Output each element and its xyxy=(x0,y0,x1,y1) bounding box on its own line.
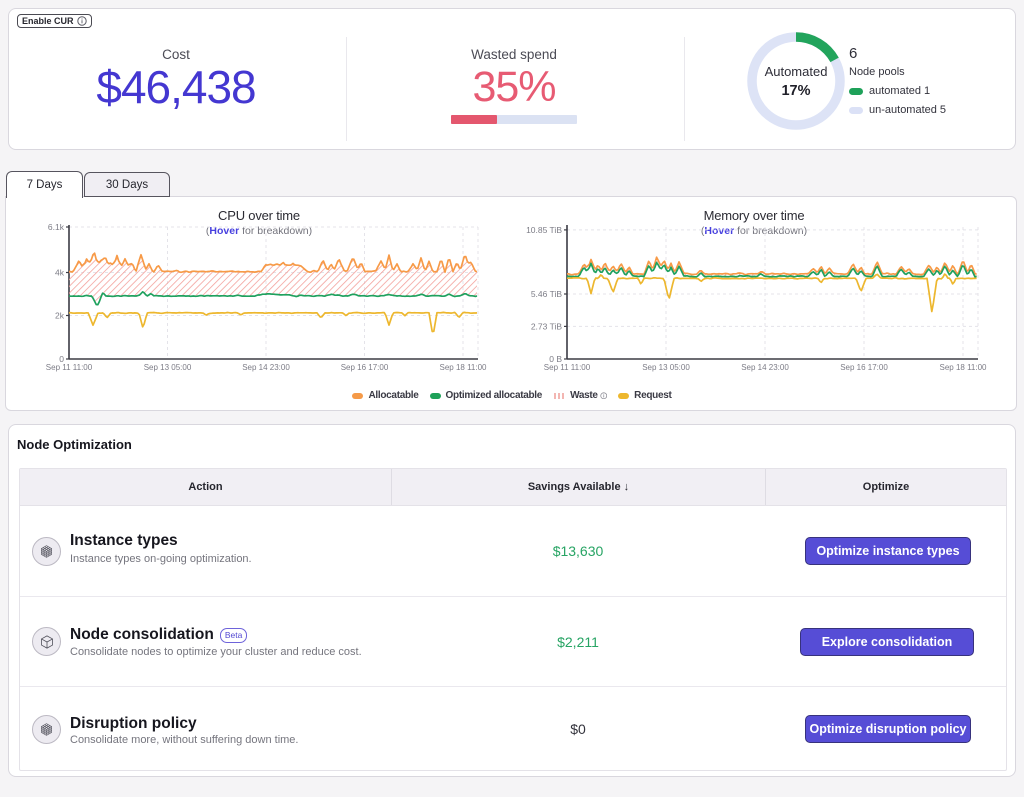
svg-text:5.46 TiB: 5.46 TiB xyxy=(531,289,563,299)
svg-text:Sep 18 11:00: Sep 18 11:00 xyxy=(939,363,987,372)
svg-text:2.73 TiB: 2.73 TiB xyxy=(531,321,563,331)
svg-text:Sep 18 11:00: Sep 18 11:00 xyxy=(439,363,487,372)
svg-text:Sep 11 11:00: Sep 11 11:00 xyxy=(46,363,93,372)
svg-text:4k: 4k xyxy=(55,268,65,278)
svg-text:6.1k: 6.1k xyxy=(48,222,65,232)
svg-text:Sep 14 23:00: Sep 14 23:00 xyxy=(741,363,789,372)
svg-text:2k: 2k xyxy=(55,311,65,321)
svg-text:10.85 TiB: 10.85 TiB xyxy=(526,225,562,235)
svg-text:Sep 14 23:00: Sep 14 23:00 xyxy=(242,363,290,372)
svg-text:Sep 11 11:00: Sep 11 11:00 xyxy=(544,363,591,372)
svg-text:Sep 13 05:00: Sep 13 05:00 xyxy=(642,363,690,372)
svg-text:Sep 13 05:00: Sep 13 05:00 xyxy=(144,363,192,372)
svg-text:Sep 16 17:00: Sep 16 17:00 xyxy=(341,363,389,372)
svg-text:Sep 16 17:00: Sep 16 17:00 xyxy=(840,363,888,372)
